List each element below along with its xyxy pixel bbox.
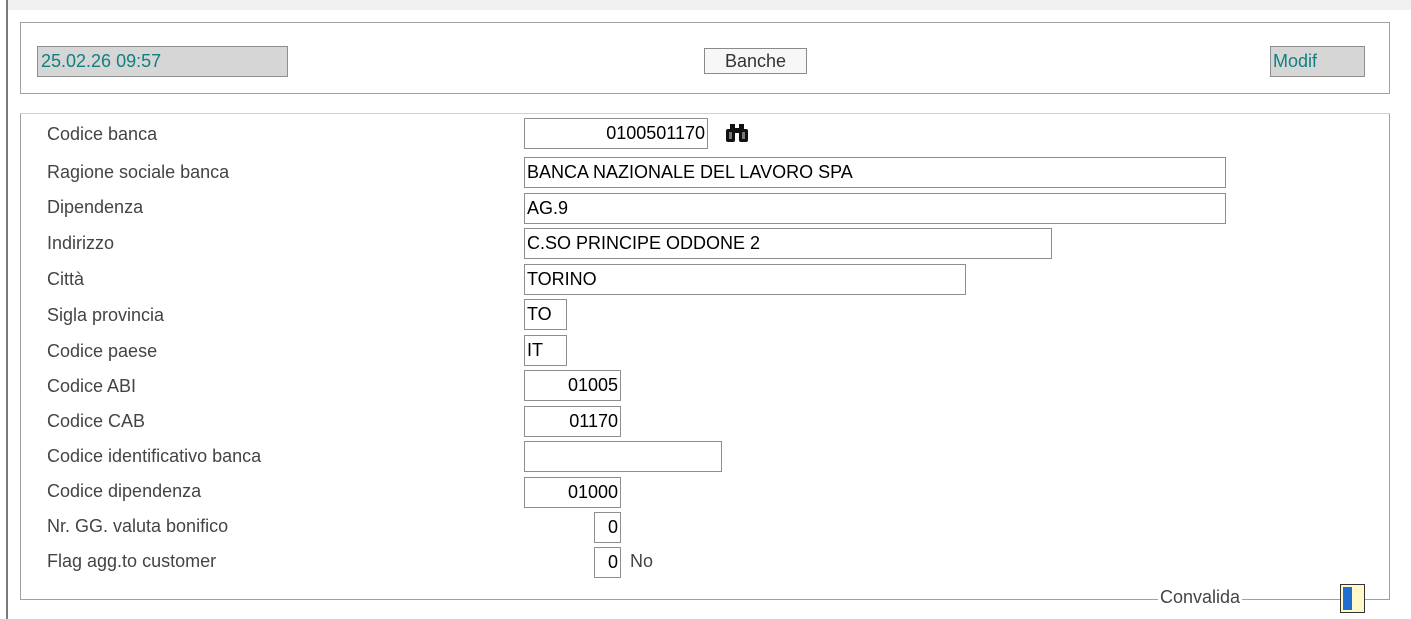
ragione-sociale-input[interactable]: BANCA NAZIONALE DEL LAVORO SPA — [524, 157, 1226, 188]
codice-dipendenza-input[interactable]: 01000 — [524, 477, 621, 508]
indirizzo-label: Indirizzo — [47, 233, 115, 253]
flag-customer-label: Flag agg.to customer — [47, 551, 217, 571]
codice-banca-label: Codice banca — [47, 124, 158, 144]
title-button[interactable]: Banche — [704, 48, 807, 74]
timestamp-field: 25.02.26 09:57 — [37, 46, 288, 77]
convalida-icon[interactable] — [1340, 584, 1365, 613]
citta-input[interactable]: TORINO — [524, 264, 966, 295]
codice-paese-label: Codice paese — [47, 341, 158, 361]
binoculars-icon[interactable] — [725, 123, 749, 143]
gg-valuta-label: Nr. GG. valuta bonifico — [47, 516, 229, 536]
flag-customer-input[interactable]: 0 — [594, 547, 621, 578]
codice-identificativo-label: Codice identificativo banca — [47, 446, 262, 466]
indirizzo-input[interactable]: C.SO PRINCIPE ODDONE 2 — [524, 228, 1052, 259]
codice-identificativo-input[interactable] — [524, 441, 722, 472]
convalida-icon-bar — [1343, 587, 1352, 610]
codice-abi-label: Codice ABI — [47, 376, 137, 396]
ragione-sociale-label: Ragione sociale banca — [47, 162, 230, 182]
form-top-divider — [20, 113, 1390, 114]
citta-label: Città — [47, 269, 85, 289]
dipendenza-input[interactable]: AG.9 — [524, 193, 1226, 224]
sigla-provincia-input[interactable]: TO — [524, 299, 567, 330]
sigla-provincia-label: Sigla provincia — [47, 305, 165, 325]
codice-paese-input[interactable]: IT — [524, 335, 567, 366]
window-left-border — [6, 0, 8, 619]
codice-dipendenza-label: Codice dipendenza — [47, 481, 202, 501]
codice-banca-input[interactable]: 0100501170 — [524, 118, 708, 149]
convalida-label: Convalida — [1158, 585, 1243, 609]
codice-cab-label: Codice CAB — [47, 411, 146, 431]
mode-field: Modif — [1270, 46, 1365, 77]
codice-cab-input[interactable]: 01170 — [524, 406, 621, 437]
gg-valuta-input[interactable]: 0 — [594, 512, 621, 543]
dipendenza-label: Dipendenza — [47, 197, 144, 217]
codice-abi-input[interactable]: 01005 — [524, 370, 621, 401]
window-top-band — [8, 0, 1411, 10]
flag-customer-description: No — [630, 551, 654, 571]
